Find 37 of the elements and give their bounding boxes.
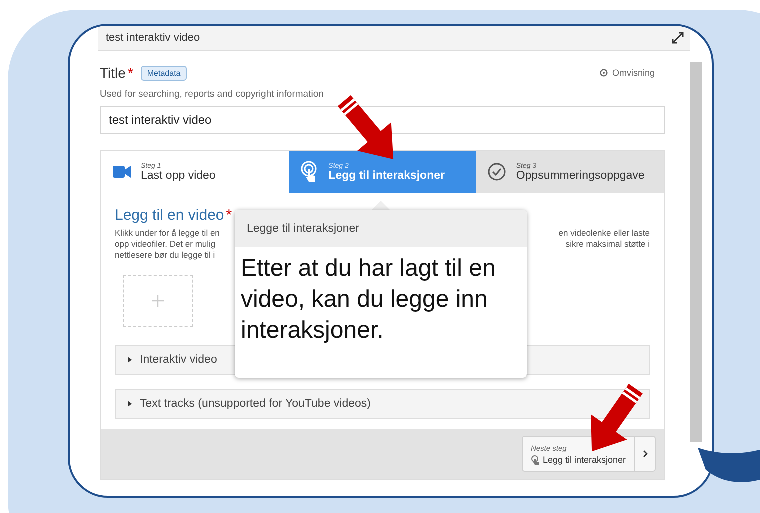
section-heading: Legg til en video <box>115 207 224 224</box>
caret-icon <box>128 401 132 407</box>
editor-title: test interaktiv video <box>106 32 200 44</box>
field-label: Title <box>100 65 126 81</box>
next-label: Legg til interaksjoner <box>542 454 626 464</box>
expand-icon[interactable] <box>672 32 684 44</box>
tour-icon <box>600 69 608 77</box>
add-video-button[interactable] <box>123 275 193 327</box>
annotation-arrow <box>591 384 643 452</box>
metadata-tag[interactable]: Metadata <box>141 66 187 80</box>
touch-icon <box>300 161 319 183</box>
tooltip-text: Etter at du har lagt til en video, kan du legge inn interaksjoner. <box>240 254 497 346</box>
tooltip-title: Legge til interaksjoner <box>235 210 527 247</box>
step-label: Oppsummeringsoppgave <box>516 170 645 182</box>
plus-icon <box>152 295 164 307</box>
touch-icon <box>530 454 540 464</box>
chevron-right-icon <box>642 450 648 458</box>
accordion-label: Interaktiv video <box>140 354 218 366</box>
description-text: Klikk under for å legge til en <box>115 228 220 239</box>
title-input[interactable]: test interaktiv video <box>100 106 665 134</box>
tour-link[interactable]: Omvisning <box>612 68 655 78</box>
required-mark: * <box>226 207 232 224</box>
video-camera-icon <box>113 166 131 178</box>
step-label: Last opp video <box>141 170 216 182</box>
description-text: opp videofiler. Det er mulig <box>115 239 217 250</box>
description-text: nettlesere bør du legge til i <box>115 250 216 261</box>
description-text: sikre maksimal støtte i <box>566 239 650 250</box>
accordion-item[interactable]: Text tracks (unsupported for YouTube videos) <box>115 389 650 419</box>
description-text: en videolenke eller laste <box>558 228 650 239</box>
scrollbar[interactable] <box>690 62 702 442</box>
annotation-arrow <box>338 95 394 160</box>
caret-icon <box>128 357 132 363</box>
required-mark: * <box>128 65 134 81</box>
check-circle-icon <box>488 163 506 181</box>
field-description: Used for searching, reports and copyright information <box>100 89 325 100</box>
step-label: Legg til interaksjoner <box>328 170 445 182</box>
accordion-label: Text tracks (unsupported for YouTube videos) <box>140 398 371 410</box>
